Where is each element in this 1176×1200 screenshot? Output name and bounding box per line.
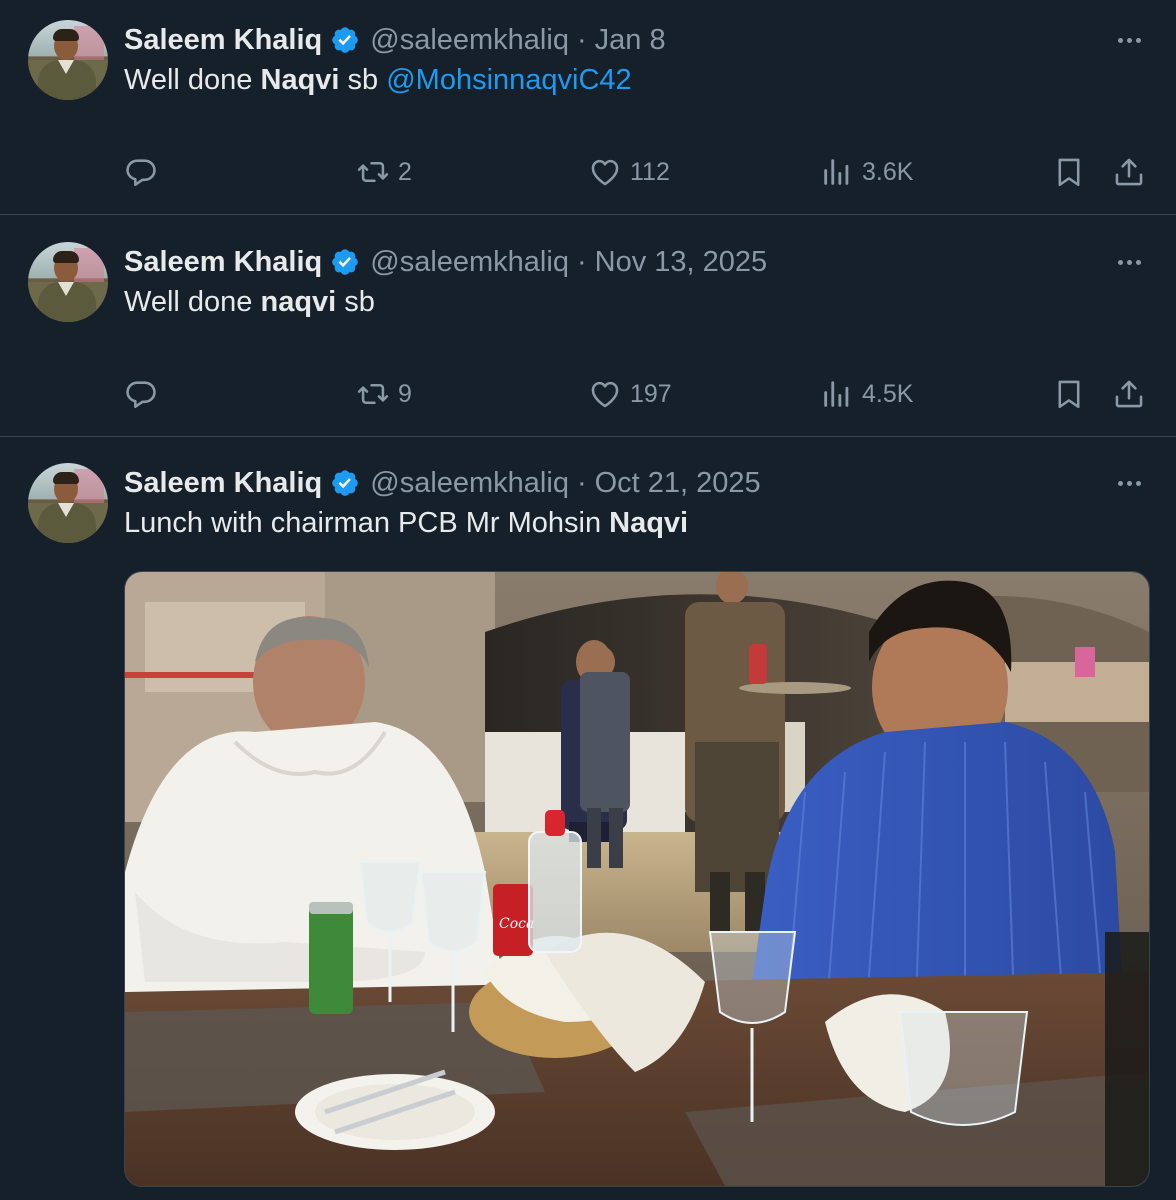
restaurant-photo: Coca (125, 572, 1149, 1186)
tweet-header: Saleem Khaliq @saleemkhaliq · Jan 8 (124, 20, 666, 60)
reply-button[interactable] (124, 150, 166, 194)
views-button[interactable]: 3.6K (820, 150, 913, 194)
share-icon (1112, 377, 1146, 411)
bookmark-icon (1052, 377, 1086, 411)
tweet-photo[interactable]: Coca (124, 571, 1150, 1187)
retweet-button[interactable]: 9 (356, 372, 412, 416)
tweet-text-bold: Naqvi (609, 507, 689, 539)
share-button[interactable] (1112, 150, 1146, 194)
like-button[interactable]: 112 (588, 150, 670, 194)
separator-dot: · (576, 466, 587, 499)
tweet-text-bold: Naqvi (260, 64, 340, 96)
tweet-header: Saleem Khaliq @saleemkhaliq · Nov 13, 20… (124, 242, 767, 282)
reply-button[interactable] (124, 372, 166, 416)
tweet-date[interactable]: Oct 21, 2025 (595, 467, 761, 500)
tweet-text: Well done Naqvi sb @MohsinnaqviC42 (124, 64, 632, 97)
author-handle[interactable]: @saleemkhaliq (370, 246, 569, 279)
more-icon[interactable] (1112, 245, 1146, 279)
tweet-3[interactable]: Saleem Khaliq @saleemkhaliq · Oct 21, 20… (0, 437, 1176, 1200)
bookmark-icon (1052, 155, 1086, 189)
tweet-date[interactable]: Nov 13, 2025 (595, 246, 768, 279)
action-bar: 9 197 4.5K (0, 372, 1176, 416)
avatar[interactable] (28, 242, 108, 322)
tweet-1[interactable]: Saleem Khaliq @saleemkhaliq · Jan 8 Well… (0, 0, 1176, 214)
mention-link[interactable]: @MohsinnaqviC42 (386, 64, 631, 96)
tweet-text-part: Well done (124, 286, 261, 318)
like-button[interactable]: 197 (588, 372, 672, 416)
share-icon (1112, 155, 1146, 189)
like-icon (588, 377, 622, 411)
tweet-text-bold: naqvi (260, 286, 337, 318)
reply-icon (124, 155, 158, 189)
author-handle[interactable]: @saleemkhaliq (370, 467, 569, 500)
reply-icon (124, 377, 158, 411)
like-icon (588, 155, 622, 189)
more-icon[interactable] (1112, 23, 1146, 57)
views-icon (820, 155, 854, 189)
avatar[interactable] (28, 463, 108, 543)
tweet-text-part: Lunch with chairman PCB Mr Mohsin (124, 507, 610, 539)
retweet-icon (356, 377, 390, 411)
more-icon[interactable] (1112, 466, 1146, 500)
tweet-text: Lunch with chairman PCB Mr Mohsin Naqvi (124, 507, 688, 540)
like-count: 112 (630, 157, 670, 186)
tweet-text: Well done naqvi sb (124, 286, 375, 319)
view-count: 3.6K (862, 157, 914, 186)
views-icon (820, 377, 854, 411)
tweet-text-part: sb (339, 64, 387, 96)
retweet-button[interactable]: 2 (356, 150, 412, 194)
author-name[interactable]: Saleem Khaliq (124, 24, 322, 57)
retweet-count: 9 (398, 379, 412, 408)
verified-badge-icon (330, 247, 360, 277)
verified-badge-icon (330, 25, 360, 55)
like-count: 197 (630, 379, 672, 408)
action-bar: 2 112 3.6K (0, 150, 1176, 194)
verified-badge-icon (330, 468, 360, 498)
separator-dot: · (576, 23, 587, 56)
tweet-header: Saleem Khaliq @saleemkhaliq · Oct 21, 20… (124, 463, 761, 503)
bookmark-button[interactable] (1052, 150, 1086, 194)
author-handle[interactable]: @saleemkhaliq (370, 24, 569, 57)
tweet-text-part: sb (336, 286, 375, 318)
retweet-icon (356, 155, 390, 189)
author-name[interactable]: Saleem Khaliq (124, 467, 322, 500)
separator-dot: · (576, 245, 587, 278)
bookmark-button[interactable] (1052, 372, 1086, 416)
avatar[interactable] (28, 20, 108, 100)
views-button[interactable]: 4.5K (820, 372, 913, 416)
tweet-text-part: Well done (124, 64, 261, 96)
retweet-count: 2 (398, 157, 412, 186)
share-button[interactable] (1112, 372, 1146, 416)
tweet-2[interactable]: Saleem Khaliq @saleemkhaliq · Nov 13, 20… (0, 215, 1176, 436)
view-count: 4.5K (862, 379, 914, 408)
author-name[interactable]: Saleem Khaliq (124, 246, 322, 279)
tweet-date[interactable]: Jan 8 (595, 24, 666, 57)
